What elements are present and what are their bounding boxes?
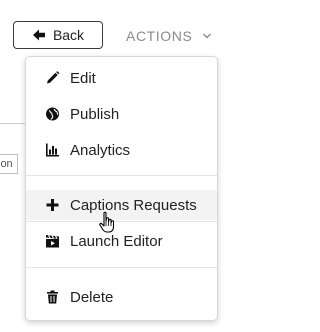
back-button[interactable]: Back	[13, 21, 103, 49]
menu-item-captions-requests[interactable]: Captions Requests	[26, 190, 217, 220]
menu-item-label: Analytics	[70, 141, 131, 159]
menu-item-separator	[26, 221, 217, 222]
background-divider	[0, 123, 25, 124]
arrow-left-icon	[32, 28, 46, 42]
menu-divider	[26, 267, 217, 268]
menu-item-delete[interactable]: Delete	[26, 282, 217, 312]
actions-dropdown-menu: Edit Publish Analytics Captions Requests…	[25, 56, 218, 321]
background-input[interactable]: ion	[0, 154, 18, 174]
globe-icon	[45, 107, 60, 122]
bar-chart-icon	[45, 143, 60, 158]
page: Back ACTIONS ion Edit	[0, 0, 243, 332]
menu-item-label: Captions Requests	[70, 196, 197, 214]
hand-pointer-icon	[98, 211, 118, 235]
menu-item-label: Delete	[70, 288, 114, 306]
plus-icon	[45, 198, 60, 213]
menu-item-publish[interactable]: Publish	[26, 99, 217, 129]
menu-item-label: Publish	[70, 105, 120, 123]
menu-item-label: Launch Editor	[70, 232, 163, 250]
menu-item-edit[interactable]: Edit	[26, 63, 217, 93]
chevron-down-icon	[202, 31, 212, 41]
pencil-icon	[45, 71, 60, 86]
menu-item-analytics[interactable]: Analytics	[26, 135, 217, 165]
back-button-label: Back	[52, 27, 85, 43]
menu-item-label: Edit	[70, 69, 96, 87]
actions-dropdown-toggle[interactable]: ACTIONS	[126, 26, 212, 46]
background-input-text: ion	[0, 158, 13, 170]
menu-item-launch-editor[interactable]: Launch Editor	[26, 226, 217, 256]
trash-icon	[45, 290, 60, 305]
actions-label: ACTIONS	[126, 28, 193, 44]
clapperboard-icon	[45, 234, 60, 249]
menu-divider	[26, 175, 217, 176]
